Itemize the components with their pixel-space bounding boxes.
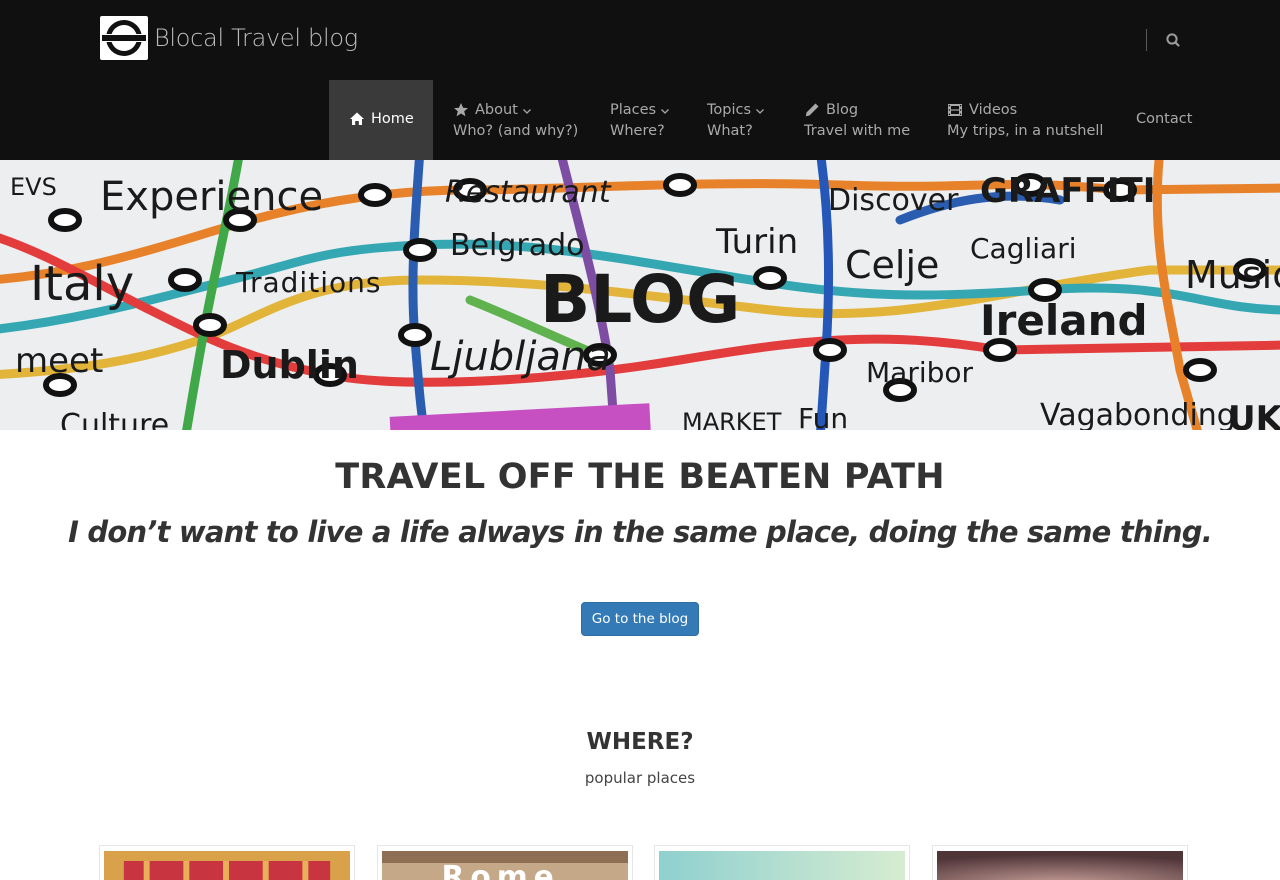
places-section-subtitle: popular places <box>584 769 696 787</box>
place-thumbnail <box>937 851 1183 880</box>
brand-link[interactable]: Blocal Travel blog <box>100 16 358 60</box>
nav-label-videos: Videos <box>969 102 1018 118</box>
hero-word: UK <box>1228 399 1280 430</box>
chevron-down-icon <box>661 109 670 114</box>
hero-word: Discover <box>828 183 959 218</box>
chevron-down-icon <box>522 109 531 114</box>
main-navigation: Home About Who? (and why?) Places Where? <box>0 80 1280 160</box>
nav-item-about[interactable]: About Who? (and why?) <box>433 80 590 160</box>
nav-item-contact[interactable]: Contact <box>1116 80 1210 160</box>
nav-sub-about: Who? (and why?) <box>453 123 579 139</box>
pencil-icon <box>805 103 819 117</box>
nav-item-videos[interactable]: Videos My trips, in a nutshell <box>927 80 1116 160</box>
place-thumbnail: Rome <box>382 851 628 880</box>
hero-word: Traditions <box>235 266 381 299</box>
hero-word: GRAFFITI <box>980 171 1155 211</box>
nav-label-contact: Contact <box>1136 111 1193 127</box>
hero-word: EVS <box>10 173 57 201</box>
places-card-grid: Rome <box>0 845 1280 880</box>
hero-word: Belgrado <box>450 228 585 263</box>
hero-word: Experience <box>100 174 323 220</box>
hero-word: Maribor <box>866 356 974 389</box>
place-card-label: Rome <box>442 860 560 880</box>
nav-item-places[interactable]: Places Where? <box>590 80 687 160</box>
intro-heading: TRAVEL OFF THE BEATEN PATH <box>335 457 945 497</box>
nav-sub-topics: What? <box>707 123 753 139</box>
place-card[interactable]: Rome <box>377 845 633 880</box>
hero-word: Music <box>1185 253 1280 297</box>
hero-word: Celje <box>845 243 939 287</box>
go-to-blog-button[interactable]: Go to the blog <box>581 602 699 636</box>
search-icon <box>1166 33 1180 47</box>
nav-label-topics: Topics <box>707 102 752 118</box>
hero-word: Ireland <box>980 296 1148 345</box>
nav-sub-videos: My trips, in a nutshell <box>947 123 1104 139</box>
place-card[interactable] <box>654 845 910 880</box>
hero-word: Culture <box>60 408 169 430</box>
hero-word: Dublin <box>220 343 359 387</box>
search-button[interactable] <box>1162 29 1184 51</box>
hero-banner: EVS Experience Restaurant Discover GRAFF… <box>0 160 1280 430</box>
hero-word: Turin <box>715 222 798 262</box>
nav-sub-places: Where? <box>610 123 665 139</box>
hero-word: Fun <box>798 402 848 430</box>
hero-word: MARKET <box>682 408 782 430</box>
places-section-title: WHERE? <box>586 729 694 755</box>
hero-word: Cagliari <box>970 232 1077 265</box>
hero-word: BLOG <box>540 261 740 338</box>
place-card[interactable] <box>99 845 355 880</box>
home-icon <box>350 112 364 125</box>
nav-item-blog[interactable]: Blog Travel with me <box>784 80 927 160</box>
nav-label-blog: Blog <box>826 102 859 118</box>
nav-label-places: Places <box>610 102 657 118</box>
search-divider <box>1146 29 1147 51</box>
hero-word: Restaurant <box>445 175 612 210</box>
hero-word: Ljubljana <box>430 334 611 380</box>
nav-item-topics[interactable]: Topics What? <box>687 80 784 160</box>
hero-word: Italy <box>30 256 134 312</box>
site-title: Blocal Travel blog <box>154 24 358 52</box>
place-card[interactable] <box>932 845 1188 880</box>
nav-item-home[interactable]: Home <box>329 80 433 160</box>
site-logo <box>100 16 148 60</box>
hero-word: Vagabonding <box>1040 398 1236 430</box>
nav-sub-blog: Travel with me <box>804 123 911 139</box>
place-thumbnail <box>104 851 350 880</box>
hero-metro-map-image: EVS Experience Restaurant Discover GRAFF… <box>0 160 1280 430</box>
place-thumbnail <box>659 851 905 880</box>
nav-label-home: Home <box>371 111 414 127</box>
intro-quote: I don’t want to live a life always in th… <box>68 515 1213 549</box>
site-header: Blocal Travel blog Home About Who? (and … <box>0 0 1280 160</box>
star-icon <box>454 103 468 117</box>
chevron-down-icon <box>756 109 764 114</box>
film-icon <box>948 104 962 116</box>
hero-word: meet <box>15 341 103 381</box>
nav-label-about: About <box>475 102 518 118</box>
